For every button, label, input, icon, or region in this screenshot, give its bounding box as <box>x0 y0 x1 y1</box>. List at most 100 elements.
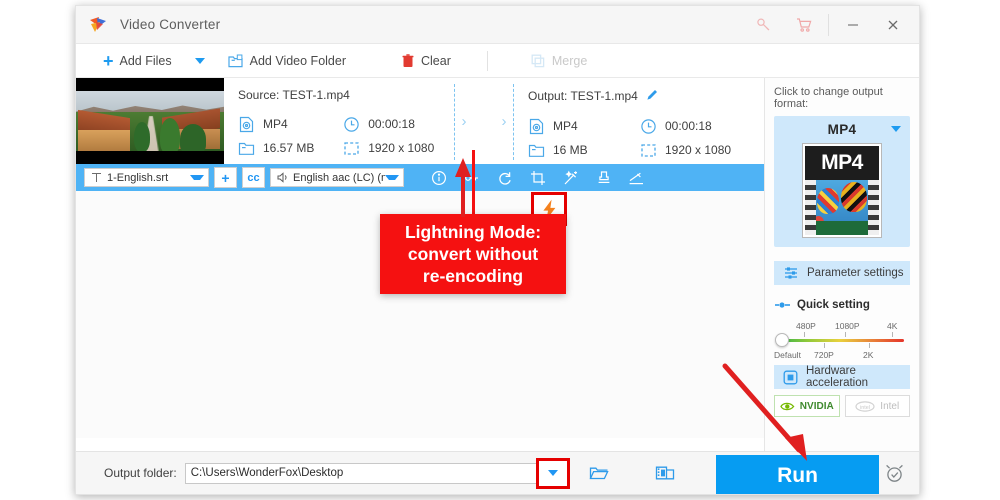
clear-button[interactable]: Clear <box>393 44 460 78</box>
key-icon[interactable] <box>744 6 784 44</box>
merge-button[interactable]: Merge <box>522 44 596 78</box>
format-card[interactable]: MP4 MP4 <box>774 116 910 247</box>
svg-text:intel: intel <box>860 404 870 410</box>
output-title-wrap: Output: TEST-1.mp4 <box>528 88 764 104</box>
resolution-icon <box>343 140 360 157</box>
main-toolbar: + Add Files Add Video Folder Clear Merge <box>76 44 919 78</box>
add-files-dropdown[interactable] <box>181 44 219 78</box>
folder-icon <box>238 140 255 157</box>
gpu-intel-option[interactable]: intel Intel <box>844 395 910 417</box>
plus-icon: + <box>221 169 230 186</box>
slider-small-icon <box>774 300 791 310</box>
output-info-panel: Output: TEST-1.mp4 MP4 16 MB 00:00:18 19… <box>514 78 764 164</box>
window-title: Video Converter <box>120 17 221 32</box>
format-prompt: Click to change output format: <box>774 86 883 110</box>
parameter-settings-button[interactable]: Parameter settings <box>774 261 910 285</box>
slider-label-2k: 2K <box>863 350 874 360</box>
sliders-icon <box>784 266 799 280</box>
cc-icon: cc <box>247 171 260 184</box>
quick-setting-label: Quick setting <box>797 299 870 311</box>
trim-icon[interactable] <box>620 164 653 191</box>
titlebar-button-group <box>744 6 919 44</box>
open-folder-button[interactable] <box>578 452 620 495</box>
output-duration-value: 00:00:18 <box>665 119 712 133</box>
output-folder-label: Output folder: <box>104 466 177 480</box>
source-duration-value: 00:00:18 <box>368 117 415 131</box>
plus-icon: + <box>103 50 114 71</box>
speaker-icon <box>277 172 290 183</box>
add-video-folder-label: Add Video Folder <box>249 53 346 68</box>
rotate-icon[interactable] <box>488 164 521 191</box>
source-format: MP4 <box>238 112 343 136</box>
subtitle-select[interactable]: 1-English.srt <box>84 168 209 187</box>
trash-icon <box>402 53 414 68</box>
chevron-down-icon <box>547 470 558 476</box>
output-folder-input[interactable]: C:\Users\WonderFox\Desktop <box>184 462 537 484</box>
callout-line-1: Lightning Mode: <box>404 222 542 242</box>
output-resolution: 1920 x 1080 <box>640 138 758 162</box>
slider-track[interactable] <box>780 339 904 342</box>
intel-icon: intel <box>855 400 875 412</box>
chevron-down-icon[interactable] <box>891 126 901 132</box>
output-size-value: 16 MB <box>553 143 588 157</box>
output-duration: 00:00:18 <box>640 114 758 138</box>
source-format-value: MP4 <box>263 117 288 131</box>
output-format-value: MP4 <box>553 119 578 133</box>
callout-line-3: re-encoding <box>422 266 524 286</box>
lightning-mode-callout: Lightning Mode: convert without re-encod… <box>380 214 566 294</box>
crop-icon[interactable] <box>521 164 554 191</box>
output-size: 16 MB <box>528 138 640 162</box>
quick-setting-header: Quick setting <box>774 299 910 311</box>
cart-icon[interactable] <box>784 6 824 44</box>
source-title: Source: TEST-1.mp4 <box>238 88 350 102</box>
merge-label: Merge <box>551 53 588 68</box>
output-folder-value: C:\Users\WonderFox\Desktop <box>190 467 344 479</box>
source-size: 16.57 MB <box>238 136 343 160</box>
format-name: MP4 <box>827 122 857 137</box>
app-logo-icon <box>88 15 108 35</box>
chevron-down-icon <box>190 175 204 180</box>
text-subtitle-icon <box>91 172 102 183</box>
add-subtitle-button[interactable]: + <box>214 167 237 188</box>
add-files-button[interactable]: + Add Files <box>94 44 181 78</box>
quality-slider[interactable]: 480P 1080P 4K Default 720P 2K <box>774 321 910 361</box>
pencil-icon[interactable] <box>646 88 659 104</box>
audio-track-select[interactable]: English aac (LC) (m <box>270 168 404 187</box>
slider-label-1080p: 1080P <box>835 321 860 331</box>
folder-add-icon <box>228 54 243 68</box>
output-resolution-value: 1920 x 1080 <box>665 143 732 157</box>
merge-icon <box>531 54 545 68</box>
closed-caption-button[interactable]: cc <box>242 167 265 188</box>
folder-icon-2 <box>528 142 545 159</box>
arrow-chevron-icon-2: › <box>501 112 507 130</box>
add-files-label: Add Files <box>119 53 172 68</box>
resolution-icon-2 <box>640 142 657 159</box>
source-resolution: 1920 x 1080 <box>343 136 454 160</box>
file-format-icon <box>238 116 255 133</box>
slider-label-480p: 480P <box>796 321 816 331</box>
clear-label: Clear <box>421 53 451 68</box>
run-pointer-arrow <box>722 363 807 461</box>
callout-line-2: convert without <box>407 244 539 264</box>
video-thumbnail[interactable] <box>76 78 224 164</box>
effects-icon[interactable] <box>554 164 587 191</box>
chevron-down-icon <box>194 57 205 64</box>
file-format-icon-2 <box>528 118 545 135</box>
close-icon[interactable] <box>873 6 913 44</box>
arrow-chevron-icon: › <box>461 112 467 130</box>
alarm-clock-button[interactable] <box>884 463 905 489</box>
media-folder-button[interactable] <box>644 452 686 495</box>
clock-icon <box>343 116 360 133</box>
output-folder-dropdown[interactable] <box>535 457 570 489</box>
slider-knob[interactable] <box>775 333 789 347</box>
callout-arrow-up <box>455 158 471 217</box>
source-info-panel: Source: TEST-1.mp4 MP4 16.57 MB 00:00:18… <box>224 78 454 164</box>
format-thumbnail: MP4 <box>803 144 881 237</box>
source-duration: 00:00:18 <box>343 112 454 136</box>
output-format: MP4 <box>528 114 640 138</box>
add-video-folder-button[interactable]: Add Video Folder <box>219 44 355 78</box>
parameter-settings-label: Parameter settings <box>807 267 904 279</box>
minimize-icon[interactable] <box>833 6 873 44</box>
source-size-value: 16.57 MB <box>263 141 315 155</box>
watermark-icon[interactable] <box>587 164 620 191</box>
